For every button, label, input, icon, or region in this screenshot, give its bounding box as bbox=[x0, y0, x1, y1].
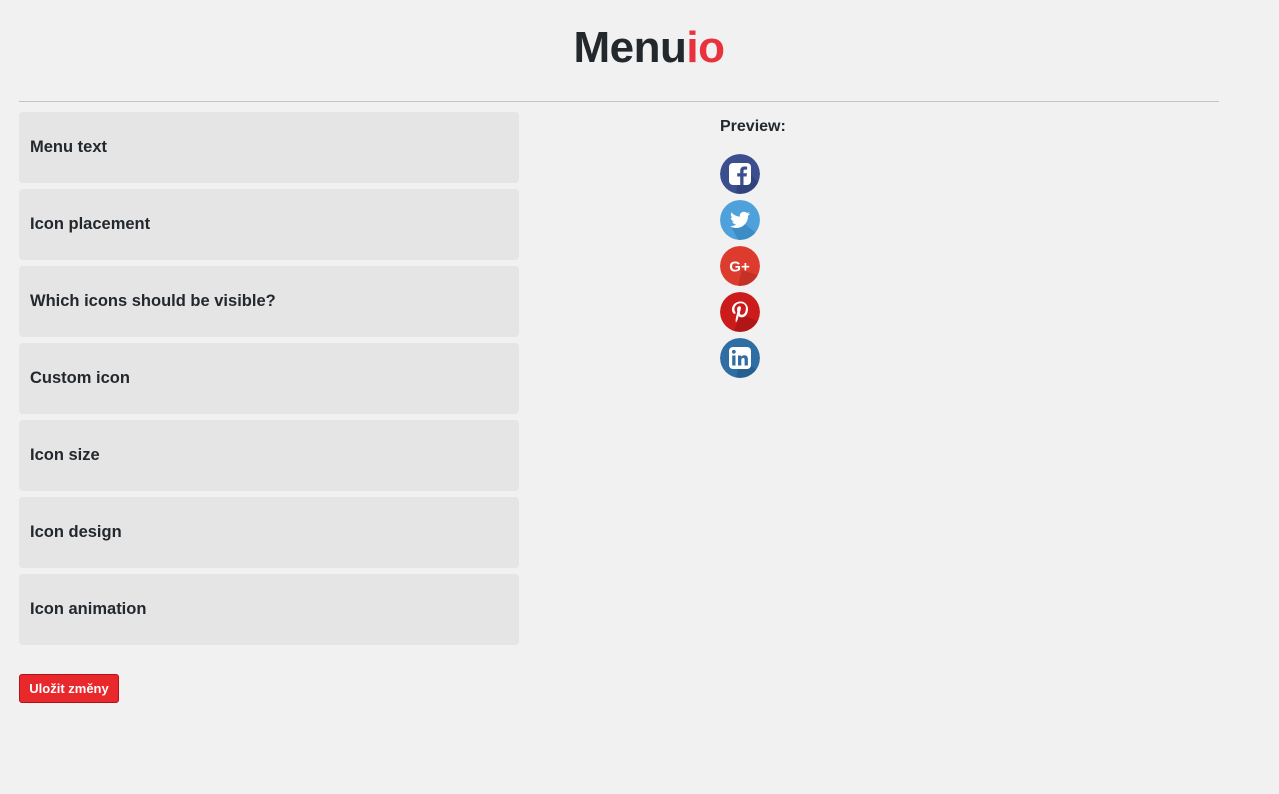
panel-label: Which icons should be visible? bbox=[30, 292, 276, 310]
panel-label: Icon placement bbox=[30, 215, 151, 233]
panel-visible-icons[interactable]: Which icons should be visible? bbox=[19, 266, 519, 337]
settings-panels: Menu text Icon placement Which icons sho… bbox=[19, 112, 519, 651]
panel-icon-size[interactable]: Icon size bbox=[19, 420, 519, 491]
panel-icon-design[interactable]: Icon design bbox=[19, 497, 519, 568]
header-divider bbox=[19, 101, 1219, 102]
preview-section: Preview: G+ bbox=[720, 117, 786, 384]
preview-label: Preview: bbox=[720, 118, 786, 135]
panel-label: Icon animation bbox=[30, 600, 147, 618]
linkedin-icon[interactable] bbox=[720, 338, 760, 378]
pinterest-icon[interactable] bbox=[720, 292, 760, 332]
logo-main: Menu bbox=[573, 23, 687, 72]
logo-accent: io bbox=[686, 23, 725, 72]
panel-label: Icon design bbox=[30, 523, 122, 541]
panel-icon-animation[interactable]: Icon animation bbox=[19, 574, 519, 645]
panel-menu-text[interactable]: Menu text bbox=[19, 112, 519, 183]
app-logo: Menuio bbox=[0, 22, 1279, 74]
panel-label: Icon size bbox=[30, 446, 100, 464]
panel-label: Custom icon bbox=[30, 369, 130, 387]
panel-label: Menu text bbox=[30, 138, 108, 156]
preview-icons: G+ bbox=[720, 154, 786, 378]
twitter-icon[interactable] bbox=[720, 200, 760, 240]
panel-custom-icon[interactable]: Custom icon bbox=[19, 343, 519, 414]
facebook-icon[interactable] bbox=[720, 154, 760, 194]
panel-icon-placement[interactable]: Icon placement bbox=[19, 189, 519, 260]
svg-text:G+: G+ bbox=[729, 259, 750, 276]
google-plus-icon[interactable]: G+ bbox=[720, 246, 760, 286]
save-changes-button[interactable]: Uložit změny bbox=[19, 674, 119, 703]
